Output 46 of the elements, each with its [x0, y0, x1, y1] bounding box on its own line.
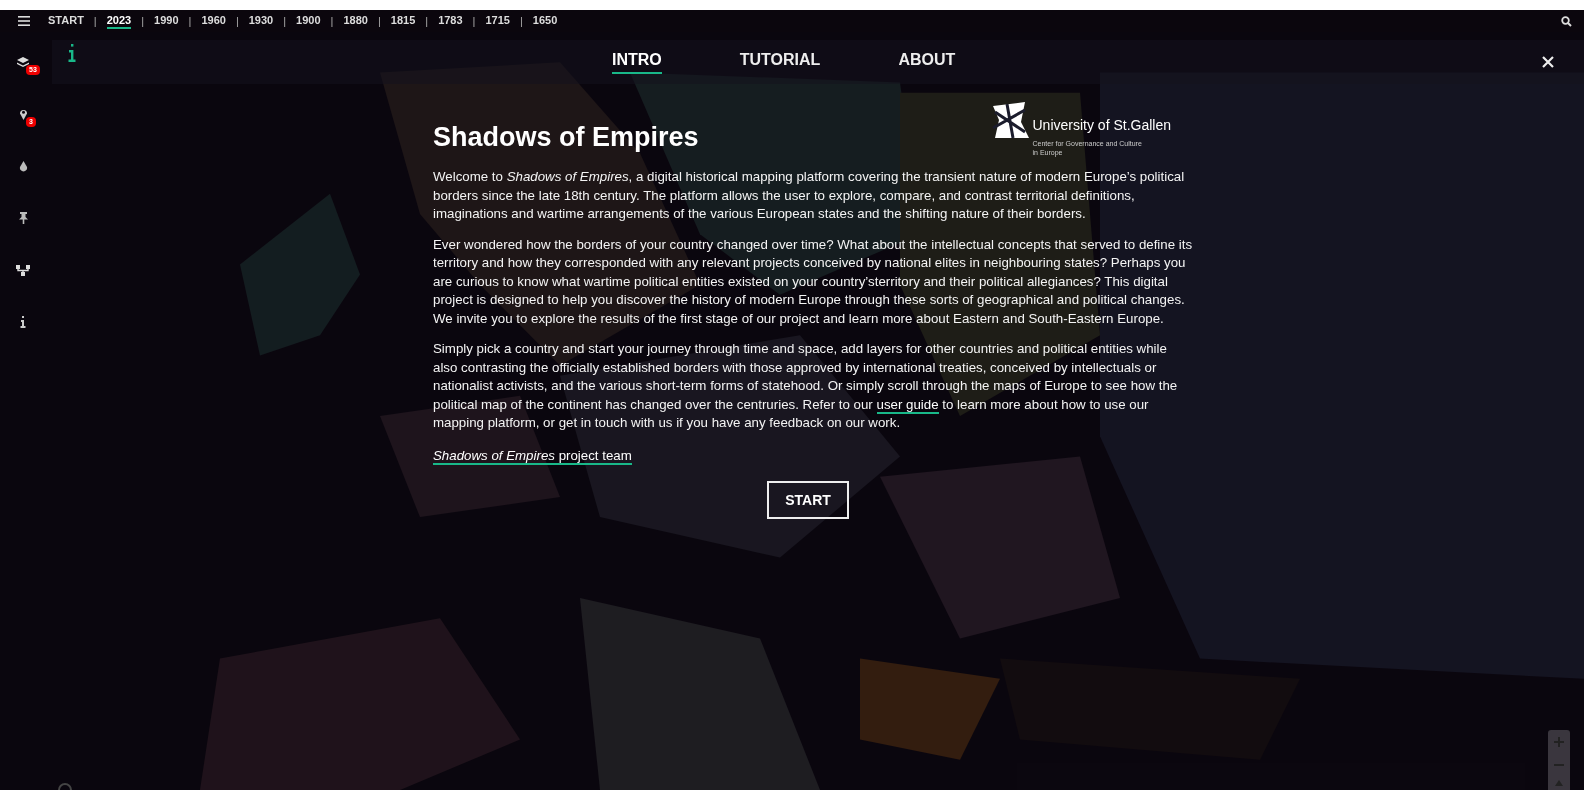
- separator: |: [519, 15, 523, 27]
- separator: |: [472, 15, 476, 27]
- year-link[interactable]: 1815: [390, 13, 416, 29]
- timeline-start-link[interactable]: START: [48, 13, 84, 29]
- user-guide-link[interactable]: user guide: [876, 396, 939, 414]
- network-icon[interactable]: [16, 264, 30, 276]
- university-name: University of St.Gallen: [1032, 116, 1171, 135]
- intro-title: Shadows of Empires: [433, 121, 699, 154]
- separator: |: [377, 15, 381, 27]
- intro-paragraph: Welcome to Shadows of Empires, a digital historical mapping platform covering the transient nature of modern Europe’s political borders since the late 18th century. The platform allows the user to explore, compare, and contrast territorial definitions, imaginations and wartime arrangements of the various European states and the shifting nature of their borders.: [433, 168, 1186, 223]
- menu-icon[interactable]: [18, 16, 30, 26]
- close-icon[interactable]: [1542, 56, 1554, 68]
- year-link[interactable]: 1650: [532, 13, 558, 29]
- info-icon[interactable]: [68, 44, 76, 62]
- map-pin-icon[interactable]: [18, 108, 28, 120]
- tab[interactable]: TUTORIAL: [739, 50, 821, 74]
- logo-icon: [990, 102, 1029, 140]
- compass-icon: [1555, 780, 1563, 786]
- separator: |: [93, 15, 97, 27]
- intro-paragraph: Ever wondered how the borders of your country changed over time? What about the intellectual concepts that served to define its territory and how they corresponded with any relevant projects conceived by national elites in neighbouring states? Perhaps you are curious to know what wartime political entities existed on your country’sterritory and their political allegiances? This digital project is designed to help you discover the history of modern Europe through these sorts of geographical and political changes. We invite you to explore the results of the first stage of our project and learn more about Eastern and South-Eastern Europe.: [433, 235, 1193, 328]
- drop-icon[interactable]: [18, 160, 28, 172]
- search-icon[interactable]: [1561, 15, 1572, 27]
- separator: |: [188, 15, 192, 27]
- year-link[interactable]: 1900: [296, 13, 321, 29]
- separator: |: [235, 15, 239, 27]
- plus-icon: [1554, 736, 1564, 747]
- start-button[interactable]: START: [767, 481, 849, 519]
- separator: |: [330, 15, 334, 27]
- pushpin-icon[interactable]: [18, 212, 28, 224]
- separator: |: [283, 15, 287, 27]
- year-link[interactable]: 1880: [343, 13, 368, 29]
- separator: |: [425, 15, 429, 27]
- mapbox-logo-icon: [58, 783, 72, 790]
- year-link[interactable]: 1960: [201, 13, 226, 29]
- layers-icon[interactable]: [17, 56, 29, 68]
- year-link[interactable]: 1783: [438, 13, 463, 29]
- intro-paragraph: Simply pick a country and start your journey through time and space, add layers for other countries and political entities while also contrasting the officially established borders with those approved by international treaties, conceived by intellectuals or nationalist activists, and the various short-term forms of statehood. Or simply scroll through the maps of Europe to see how the political map of the continent has changed over the centruries. Refer to our user guide to learn more about how to use our mapping platform, or get in touch with us if you have any feedback on our work.: [433, 340, 1179, 432]
- year-link[interactable]: 1715: [485, 13, 510, 29]
- tab[interactable]: ABOUT: [898, 50, 956, 74]
- info-icon[interactable]: [20, 316, 26, 328]
- year-link[interactable]: 1990: [154, 13, 179, 29]
- separator: |: [141, 15, 145, 27]
- tab[interactable]: INTRO: [612, 50, 662, 74]
- year-link[interactable]: 1930: [248, 13, 274, 29]
- year-link[interactable]: 2023: [106, 13, 132, 29]
- project-team-link[interactable]: Shadows of Empires project team: [433, 447, 632, 465]
